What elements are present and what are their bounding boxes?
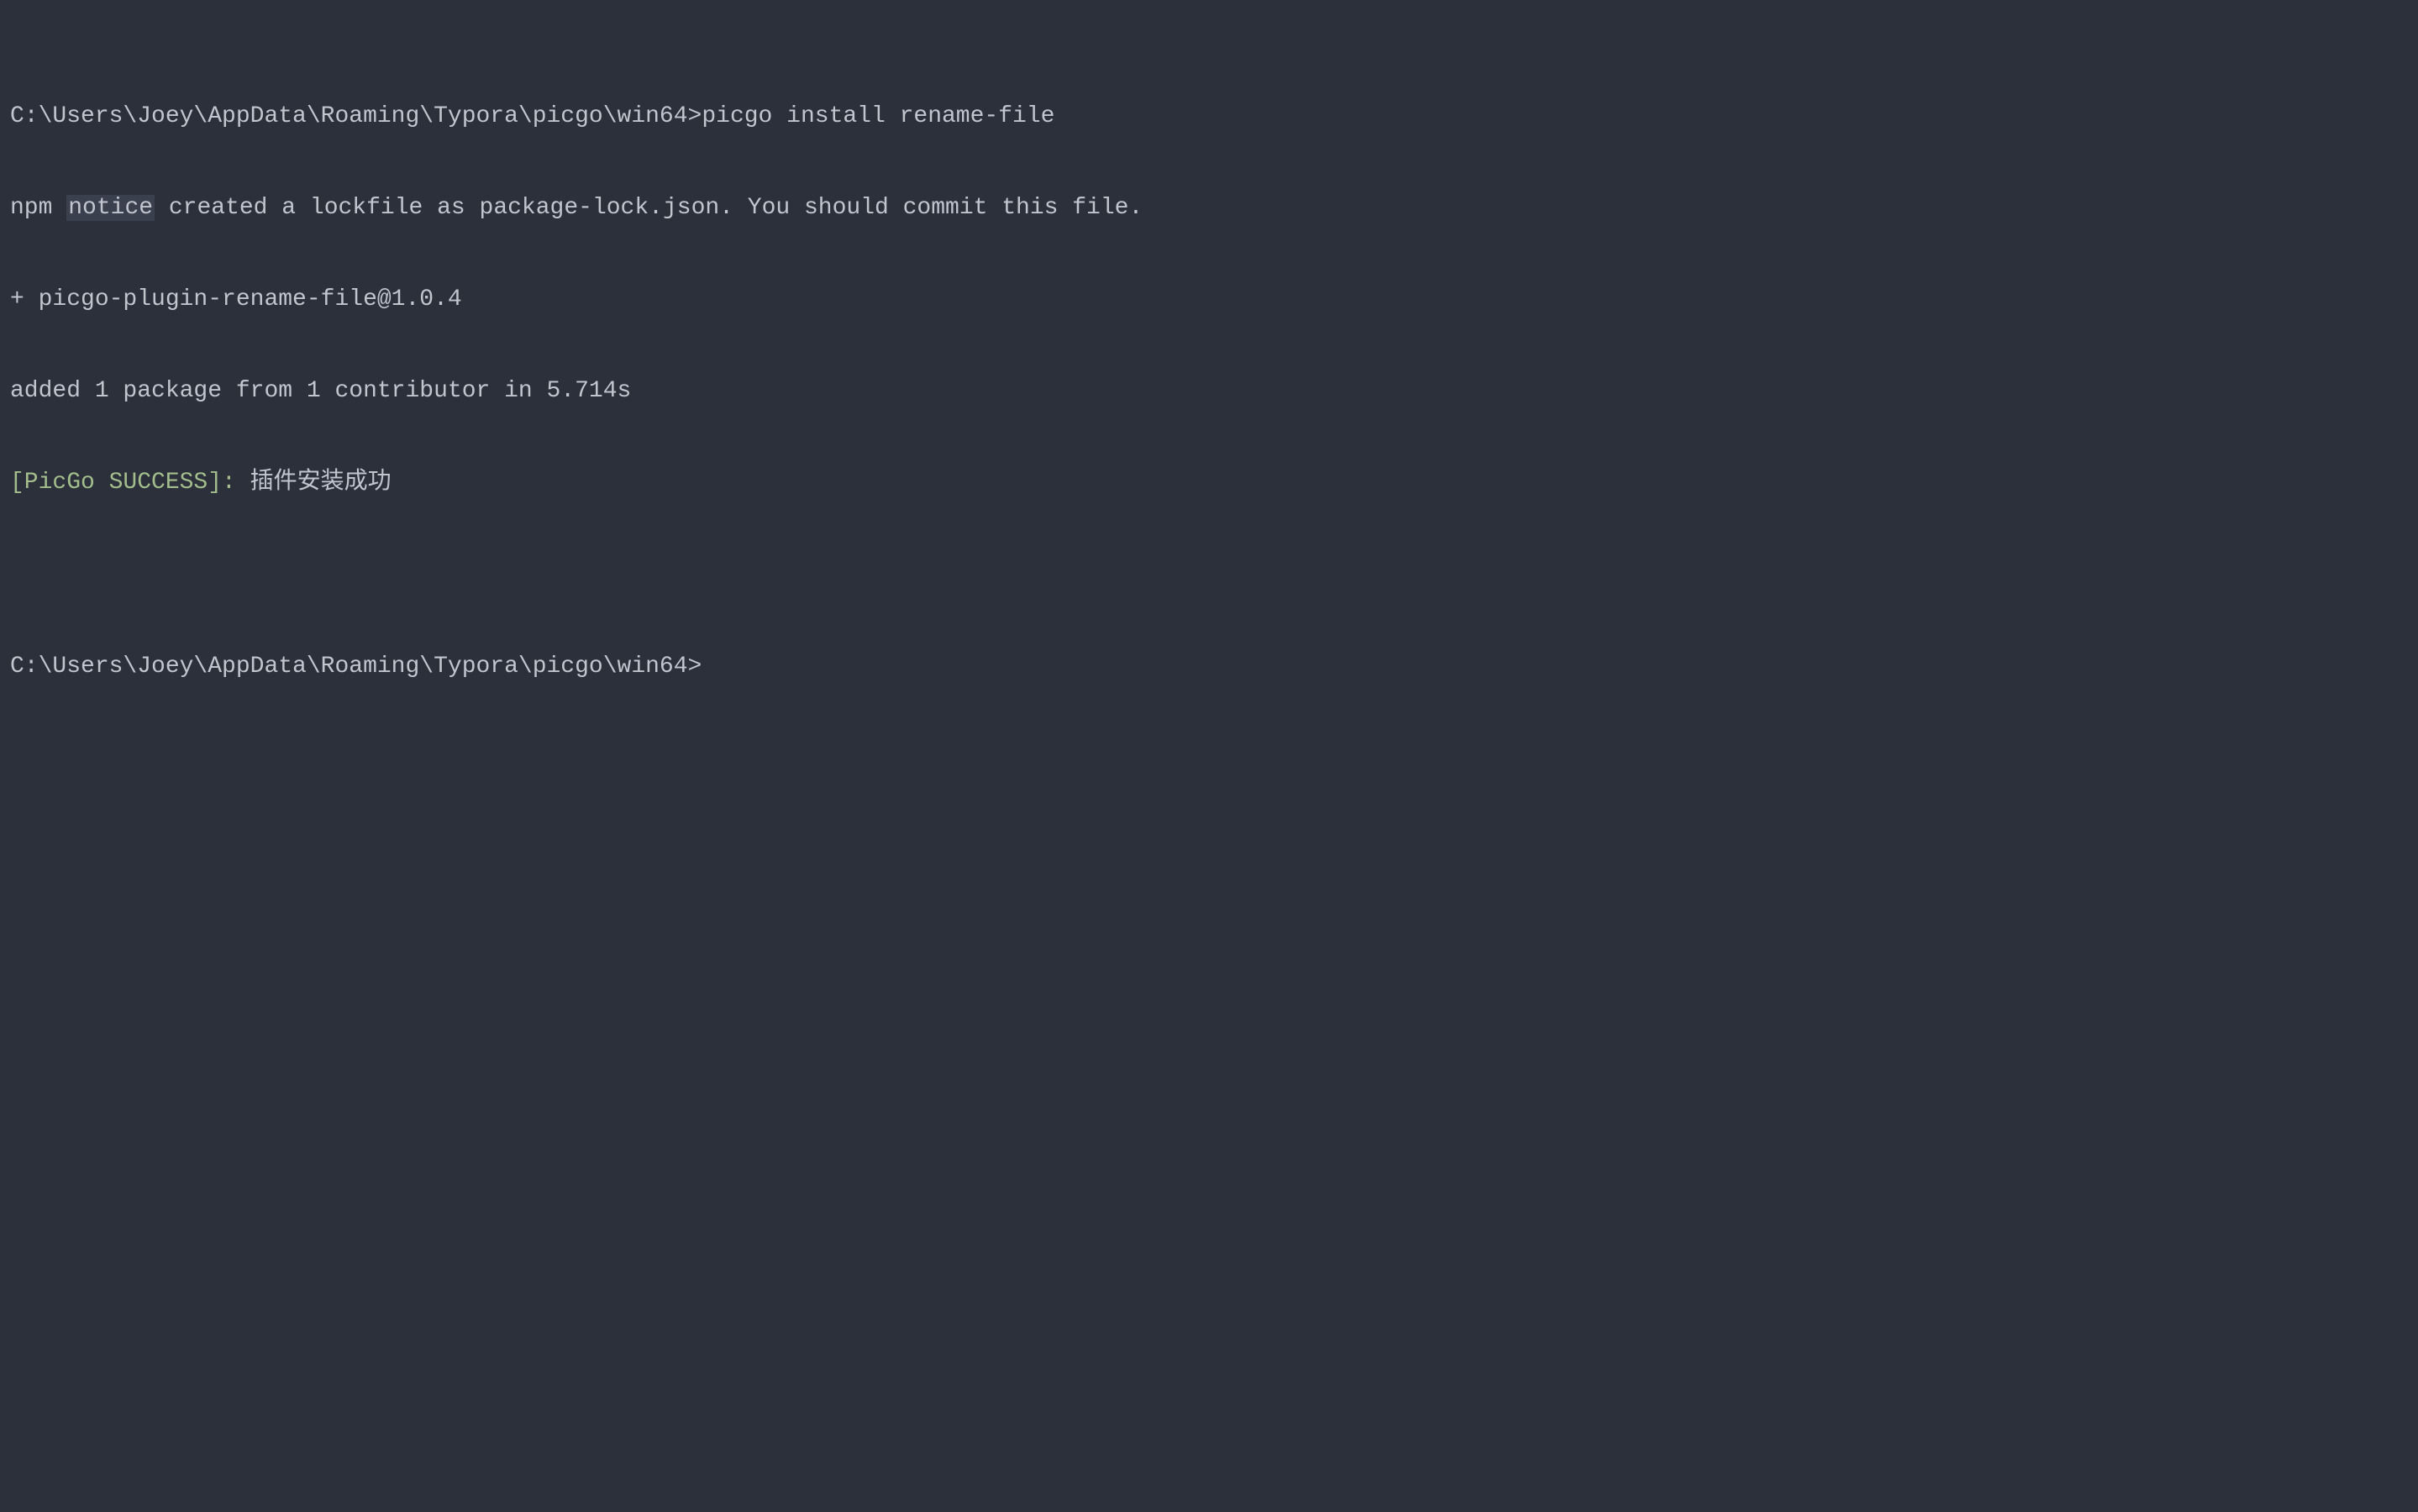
success-tag: [PicGo SUCCESS]: — [10, 470, 236, 496]
prompt-path: C:\Users\Joey\AppData\Roaming\Typora\pic… — [10, 103, 702, 129]
command-text: picgo install rename-file — [702, 103, 1054, 129]
command-line-1: C:\Users\Joey\AppData\Roaming\Typora\pic… — [10, 102, 2408, 132]
success-message: 插件安装成功 — [236, 470, 392, 496]
npm-notice-line: npm notice created a lockfile as package… — [10, 193, 2408, 223]
command-line-2: C:\Users\Joey\AppData\Roaming\Typora\pic… — [10, 652, 2408, 682]
prompt-path-idle: C:\Users\Joey\AppData\Roaming\Typora\pic… — [10, 654, 702, 680]
notice-level: notice — [66, 195, 155, 221]
package-install-line: + picgo-plugin-rename-file@1.0.4 — [10, 285, 2408, 315]
added-summary-line: added 1 package from 1 contributor in 5.… — [10, 376, 2408, 407]
success-line: [PicGo SUCCESS]: 插件安装成功 — [10, 468, 2408, 498]
terminal-window[interactable]: C:\Users\Joey\AppData\Roaming\Typora\pic… — [10, 40, 2408, 713]
notice-message: created a lockfile as package-lock.json.… — [155, 195, 1143, 221]
npm-label: npm — [10, 195, 52, 221]
blank-line — [10, 560, 2408, 591]
